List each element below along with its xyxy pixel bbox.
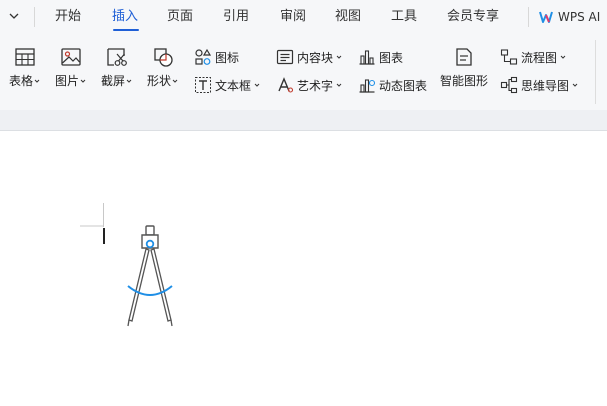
content-block-icon xyxy=(276,49,294,65)
chart-label: 图表 xyxy=(379,50,404,65)
menu-tab-bar: 开始 插入 页面 引用 审阅 视图 工具 会员专享 WPS AI xyxy=(0,0,607,34)
ribbon-divider xyxy=(595,40,596,104)
tab-page[interactable]: 页面 xyxy=(167,8,193,26)
bar-chart-icon xyxy=(359,50,375,65)
textbox-label: 文本框 xyxy=(215,78,252,93)
tab-view[interactable]: 视图 xyxy=(335,8,361,26)
tab-references[interactable]: 引用 xyxy=(223,8,249,26)
mindmap-icon xyxy=(500,76,518,94)
wordart-button[interactable]: 艺术字 xyxy=(276,76,342,94)
flowchart-icon xyxy=(500,49,518,65)
dynamic-chart-button[interactable]: 动态图表 xyxy=(358,76,427,94)
tab-separator xyxy=(34,7,35,27)
content-block-label: 内容块 xyxy=(297,50,334,65)
wps-ai-label: WPS AI xyxy=(558,10,601,24)
tab-separator xyxy=(528,7,529,27)
screenshot-button[interactable]: 截屏 xyxy=(101,46,132,89)
scissors-icon xyxy=(106,48,127,66)
active-tab-indicator xyxy=(113,29,139,31)
compass-illustration xyxy=(127,225,173,327)
tab-tools[interactable]: 工具 xyxy=(391,8,417,26)
picture-label: 图片 xyxy=(55,74,80,88)
text-cursor xyxy=(103,228,105,244)
mindmap-button[interactable]: 思维导图 xyxy=(500,76,578,94)
chevron-down-icon[interactable] xyxy=(9,12,19,20)
screenshot-label: 截屏 xyxy=(101,74,126,88)
page-margin-marks xyxy=(80,203,104,227)
dropdown-caret-icon xyxy=(572,83,578,87)
dropdown-caret-icon xyxy=(254,83,260,87)
wps-ai-button[interactable]: WPS AI xyxy=(539,8,600,26)
table-button[interactable]: 表格 xyxy=(9,46,40,89)
flowchart-button[interactable]: 流程图 xyxy=(500,48,566,66)
tab-member[interactable]: 会员专享 xyxy=(447,8,499,26)
content-block-button[interactable]: 内容块 xyxy=(276,48,342,66)
dropdown-caret-icon xyxy=(560,55,566,59)
document-page[interactable] xyxy=(0,131,607,406)
table-label: 表格 xyxy=(9,74,34,88)
table-icon xyxy=(14,48,35,66)
tab-review[interactable]: 审阅 xyxy=(280,8,306,26)
mindmap-label: 思维导图 xyxy=(521,78,570,93)
dropdown-caret-icon xyxy=(34,79,40,83)
smartart-button[interactable]: 智能图形 xyxy=(440,46,488,89)
icon-label: 图标 xyxy=(215,50,240,65)
tab-home[interactable]: 开始 xyxy=(55,8,81,26)
shapes-icon xyxy=(153,48,173,67)
dropdown-caret-icon xyxy=(336,55,342,59)
picture-button[interactable]: 图片 xyxy=(55,46,86,89)
dynamic-chart-label: 动态图表 xyxy=(379,78,428,93)
dropdown-caret-icon xyxy=(80,79,86,83)
icon-button[interactable]: 图标 xyxy=(194,48,239,66)
wps-ai-logo-icon xyxy=(539,11,553,23)
dropdown-caret-icon xyxy=(336,83,342,87)
dropdown-caret-icon xyxy=(172,79,178,83)
smartart-icon xyxy=(456,48,472,66)
flowchart-label: 流程图 xyxy=(521,50,558,65)
picture-icon xyxy=(60,48,81,66)
smartart-label: 智能图形 xyxy=(440,74,489,88)
textbox-icon xyxy=(195,77,211,93)
insert-ribbon: 表格 图片 截屏 形状 图标 文本框 内容块 艺术字 图表 动态图表 智能图形 … xyxy=(0,34,607,110)
icon-library-icon xyxy=(195,48,212,65)
ruler-strip xyxy=(0,110,607,131)
textbox-button[interactable]: 文本框 xyxy=(194,76,260,94)
dynamic-chart-icon xyxy=(359,79,376,93)
dropdown-caret-icon xyxy=(126,79,132,83)
shape-label: 形状 xyxy=(147,74,172,88)
chart-button[interactable]: 图表 xyxy=(358,48,403,66)
shape-button[interactable]: 形状 xyxy=(147,46,178,89)
wordart-icon xyxy=(278,77,294,93)
tab-insert[interactable]: 插入 xyxy=(112,8,138,26)
wordart-label: 艺术字 xyxy=(297,78,334,93)
